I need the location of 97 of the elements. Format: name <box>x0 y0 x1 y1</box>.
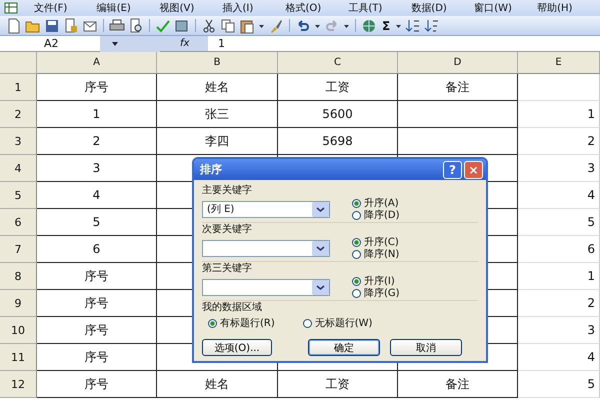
table-cell: 5600 <box>278 101 398 128</box>
clipboard-icon[interactable] <box>239 18 255 34</box>
sort-order-radio[interactable]: 降序(G) <box>352 287 400 299</box>
table-cell: 工资 <box>278 74 398 101</box>
sort-order-radio[interactable]: 升序(A) <box>352 197 400 209</box>
table-cell: 序号 <box>37 317 157 344</box>
row-header[interactable]: 2 <box>0 101 37 128</box>
row-header[interactable]: 11 <box>0 344 37 371</box>
table-cell: 3 <box>518 317 600 344</box>
menu-item[interactable]: 视图(V) <box>160 1 223 15</box>
table-cell: 4 <box>518 344 600 371</box>
menu-item[interactable]: 工具(T) <box>348 1 412 15</box>
row-header[interactable]: 8 <box>0 263 37 290</box>
table-cell: 姓名 <box>157 371 278 398</box>
menu-item[interactable]: 插入(I) <box>222 1 286 15</box>
row-header[interactable]: 4 <box>0 155 37 182</box>
table-cell: 3 <box>37 155 157 182</box>
sort-order-radio[interactable]: 升序(C) <box>352 236 400 248</box>
table-cell: 张三 <box>157 101 278 128</box>
menu-item[interactable]: 窗口(W) <box>474 1 538 15</box>
table-cell: 6 <box>518 236 600 263</box>
table-cell: 2 <box>518 290 600 317</box>
globe-icon[interactable] <box>361 18 377 34</box>
row-header[interactable]: 10 <box>0 317 37 344</box>
name-box[interactable]: A2 <box>0 37 100 50</box>
column-header[interactable]: C <box>278 52 398 74</box>
table-cell: 序号 <box>37 371 157 398</box>
dialog-button[interactable]: 确定 <box>308 339 380 356</box>
scissors-icon[interactable] <box>201 18 217 34</box>
check-mark-icon[interactable] <box>155 18 171 34</box>
group-label: 次要关键字 <box>202 223 253 236</box>
spreadsheet-icon[interactable] <box>4 2 18 14</box>
table-cell: 2 <box>37 128 157 155</box>
header-row-radio[interactable]: 无标题行(W) <box>302 317 372 329</box>
menu-item[interactable]: 编辑(E) <box>96 1 160 15</box>
table-cell: 姓名 <box>157 74 278 101</box>
table-cell: 5 <box>518 209 600 236</box>
group-label: 第三关键字 <box>202 262 253 275</box>
row-header[interactable]: 3 <box>0 128 37 155</box>
printer-icon[interactable] <box>109 18 125 34</box>
lock-page-icon[interactable] <box>63 18 79 34</box>
brush-icon[interactable] <box>268 18 284 34</box>
help-button[interactable]: ? <box>443 160 462 178</box>
table-cell: 5 <box>37 209 157 236</box>
table-cell: 2 <box>518 128 600 155</box>
dialog-button[interactable]: 选项(O)... <box>202 339 272 356</box>
sort-key-dropdown[interactable]: (列 E) <box>202 200 330 218</box>
table-cell: 1 <box>518 101 600 128</box>
magnifier-page-icon[interactable] <box>128 18 144 34</box>
table-cell: 4 <box>518 182 600 209</box>
menu-item[interactable]: 数据(D) <box>411 1 474 15</box>
group-label: 主要关键字 <box>202 184 253 197</box>
function-button[interactable]: fx <box>160 36 208 51</box>
column-header[interactable]: D <box>398 52 518 74</box>
table-cell: 3 <box>518 155 600 182</box>
sort-descending-icon[interactable] <box>424 18 440 34</box>
column-header[interactable]: A <box>37 52 157 74</box>
copy-icon[interactable] <box>220 18 236 34</box>
table-cell: 工资 <box>278 371 398 398</box>
chevron-down-icon[interactable] <box>312 280 329 294</box>
sort-order-radio[interactable]: 降序(D) <box>352 209 400 221</box>
row-header[interactable]: 6 <box>0 209 37 236</box>
table-cell: 备注 <box>398 74 518 101</box>
formula-input[interactable]: 1 <box>208 37 600 50</box>
column-header[interactable]: B <box>157 52 278 74</box>
menu-item[interactable]: 帮助(H) <box>537 1 600 15</box>
menu-item[interactable]: 文件(F) <box>34 1 97 15</box>
column-header[interactable]: E <box>518 52 600 74</box>
row-header[interactable]: 1 <box>0 74 37 101</box>
dialog-title: 排序 <box>200 162 222 177</box>
header-row-radio[interactable]: 有标题行(R) <box>208 317 275 329</box>
menu-item[interactable]: 格式(O) <box>285 1 348 15</box>
table-cell: 序号 <box>37 263 157 290</box>
group-label: 我的数据区域 <box>202 301 263 314</box>
table-cell: 备注 <box>398 371 518 398</box>
table-cell: 4 <box>37 182 157 209</box>
chevron-down-icon[interactable] <box>312 202 329 216</box>
table-cell: 6 <box>37 236 157 263</box>
chevron-down-icon[interactable] <box>312 240 329 256</box>
sum-button[interactable]: Σ <box>380 18 392 32</box>
dialog-button[interactable]: 取消 <box>390 339 462 356</box>
table-cell: 序号 <box>37 344 157 371</box>
sort-order-radio[interactable]: 降序(N) <box>352 248 400 260</box>
table-cell: 1 <box>37 101 157 128</box>
row-header[interactable]: 9 <box>0 290 37 317</box>
table-cell: 序号 <box>37 74 157 101</box>
row-header[interactable]: 5 <box>0 182 37 209</box>
table-cell: 李四 <box>157 128 278 155</box>
sort-ascending-icon[interactable] <box>405 18 422 34</box>
row-header[interactable]: 7 <box>0 236 37 263</box>
close-button[interactable]: × <box>464 160 483 178</box>
sort-order-radio[interactable]: 升序(I) <box>352 275 400 287</box>
table-cell: 5698 <box>278 128 398 155</box>
table-cell: 序号 <box>37 290 157 317</box>
table-cell: 1 <box>518 263 600 290</box>
table-cell: 5 <box>518 371 600 398</box>
row-header[interactable]: 12 <box>0 371 37 398</box>
